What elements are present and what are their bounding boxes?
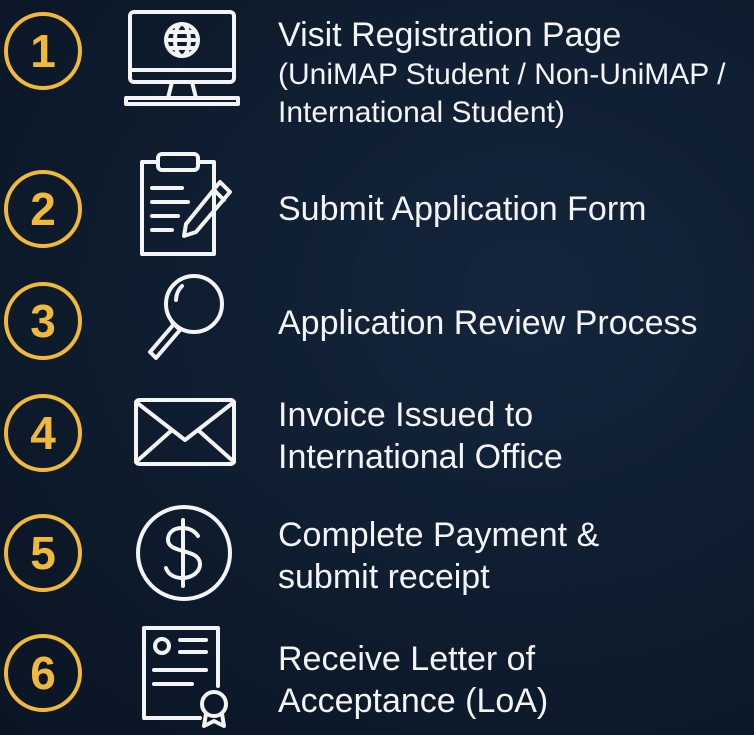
step-1-subtitle-cont: International Student) [278, 96, 565, 129]
step-4-title: Invoice Issued to [278, 396, 534, 434]
step-5-title-cont: submit receipt [278, 558, 490, 596]
certificate-icon [122, 620, 242, 730]
step-1-subtitle: (UniMAP Student / Non-UniMAP / [278, 58, 726, 91]
step-4-title-cont: International Office [278, 438, 563, 476]
clipboard-pencil-icon [122, 148, 242, 258]
step-2-title: Submit Application Form [278, 190, 647, 228]
magnifying-glass-icon [122, 268, 242, 378]
step-3-title: Application Review Process [278, 304, 698, 342]
dollar-coin-icon [122, 498, 242, 608]
step-5-title: Complete Payment & [278, 516, 600, 554]
step-1-title: Visit Registration Page [278, 16, 622, 54]
step-6-title-cont: Acceptance (LoA) [278, 682, 549, 720]
step-number-5: 5 [4, 514, 82, 592]
step-number-1: 1 [4, 12, 82, 90]
envelope-icon [122, 382, 242, 492]
step-number-3: 3 [4, 282, 82, 360]
step-number-6: 6 [4, 634, 82, 712]
step-6-title: Receive Letter of [278, 640, 536, 678]
registration-steps: 1 Visit Registration Page (UniMAP Studen… [0, 0, 754, 735]
step-number-4: 4 [4, 394, 82, 472]
computer-globe-icon [122, 2, 242, 112]
step-number-2: 2 [4, 170, 82, 248]
